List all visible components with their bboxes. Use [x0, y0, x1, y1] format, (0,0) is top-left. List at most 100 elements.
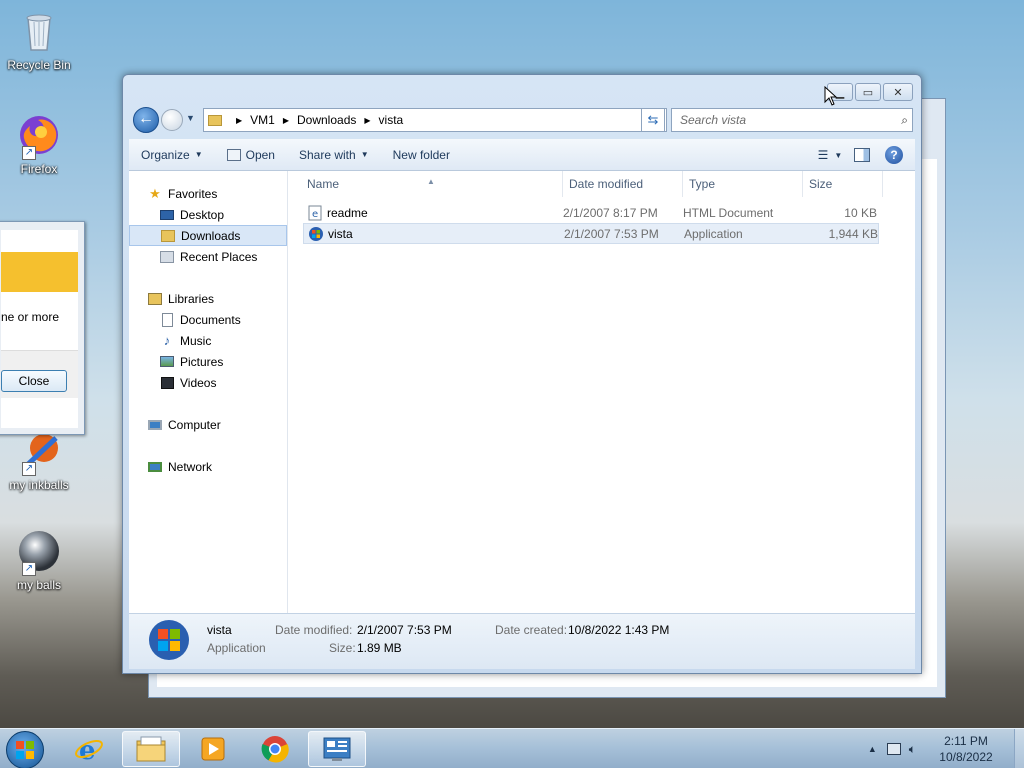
back-arrow-icon: ←: [138, 110, 154, 127]
breadcrumb-vista[interactable]: vista: [379, 113, 404, 127]
clock[interactable]: 2:11 PM 10/8/2022: [926, 733, 1006, 765]
view-options-button[interactable]: ☰ ▼: [818, 144, 843, 166]
column-header-size[interactable]: Size: [803, 171, 883, 197]
breadcrumb-separator-icon[interactable]: ▶: [364, 116, 370, 125]
taskbar-control-panel[interactable]: [308, 731, 366, 767]
nav-desktop[interactable]: Desktop: [129, 204, 287, 225]
nav-pictures[interactable]: Pictures: [129, 351, 287, 372]
recent-places-icon: [159, 249, 175, 265]
breadcrumb-separator-icon[interactable]: ▶: [236, 116, 242, 125]
folder-icon: [208, 114, 222, 126]
column-label: Type: [689, 177, 716, 191]
column-header-date-modified[interactable]: Date modified: [563, 171, 683, 197]
downloads-folder-icon: [160, 228, 176, 244]
help-icon: ?: [885, 146, 903, 164]
new-folder-label: New folder: [392, 147, 450, 162]
taskbar-chrome[interactable]: [246, 731, 304, 767]
shortcut-arrow-icon: ↗: [22, 146, 36, 160]
dialog-message: ne or more: [1, 310, 60, 324]
desktop-icon-recycle-bin[interactable]: Recycle Bin: [4, 8, 74, 72]
nav-favorites[interactable]: ★ Favorites: [129, 183, 287, 204]
preview-pane-button[interactable]: [851, 144, 873, 166]
content-area: ★ Favorites Desktop Downloads Recent Plac…: [129, 171, 915, 613]
open-button[interactable]: Open: [215, 139, 287, 170]
breadcrumb-vm1[interactable]: VM1: [250, 113, 275, 127]
file-date: 2/1/2007 8:17 PM: [563, 205, 658, 220]
chevron-down-icon: ▼: [194, 150, 203, 159]
taskbar-windows-explorer[interactable]: [122, 731, 180, 767]
show-desktop-button[interactable]: [1014, 729, 1024, 768]
address-row: ← ▼ ▶ VM1 ▶ Downloads ▶ vista ▼ ⇆ Search…: [131, 107, 913, 133]
file-type: Application: [684, 226, 743, 241]
desktop-icon-inkballs[interactable]: ↗ my inkballs: [4, 428, 74, 492]
chevron-down-icon: ▼: [834, 150, 843, 160]
nav-documents[interactable]: Documents: [129, 309, 287, 330]
taskbar-internet-explorer[interactable]: e: [60, 731, 118, 767]
breadcrumb-separator-icon[interactable]: ▶: [283, 116, 289, 125]
details-date-created-label: Date created:: [495, 623, 568, 637]
details-size-label: Size:: [329, 641, 356, 655]
music-icon: ♪: [163, 333, 171, 348]
application-icon: [308, 226, 324, 242]
share-with-button[interactable]: Share with ▼: [287, 139, 381, 170]
breadcrumb-downloads[interactable]: Downloads: [297, 113, 356, 127]
address-bar[interactable]: ▶ VM1 ▶ Downloads ▶ vista ▼: [203, 108, 667, 132]
details-size-value: 1.89 MB: [357, 641, 402, 655]
nav-network[interactable]: Network: [129, 456, 287, 477]
details-date-modified-label: Date modified:: [275, 623, 353, 637]
search-icon[interactable]: ⌕: [901, 109, 908, 131]
dialog-client: ne or more Close: [1, 230, 78, 428]
clock-date: 10/8/2022: [939, 750, 993, 764]
file-size: 1,944 KB: [828, 226, 878, 241]
dialog-warning-banner: [1, 252, 78, 292]
organize-label: Organize: [141, 147, 190, 162]
background-dialog: ne or more Close: [0, 221, 85, 435]
sort-ascending-icon: ▲: [427, 177, 435, 186]
caption-buttons: ▁ ▭ ✕: [825, 83, 913, 101]
nav-downloads[interactable]: Downloads: [129, 225, 287, 246]
back-button[interactable]: ←: [133, 107, 159, 133]
file-row-vista[interactable]: vista 2/1/2007 7:53 PM Application 1,944…: [303, 223, 879, 244]
nav-label: Pictures: [180, 354, 224, 369]
nav-computer[interactable]: Computer: [129, 414, 287, 435]
pictures-icon: [159, 354, 175, 370]
file-row-readme[interactable]: e readme 2/1/2007 8:17 PM HTML Document …: [303, 202, 879, 223]
windows-logo-icon: [16, 741, 34, 759]
search-input[interactable]: Search vista ⌕: [671, 108, 913, 132]
desktop-icon-label: my inkballs: [9, 478, 69, 492]
desktop-icon: [159, 207, 175, 223]
refresh-button[interactable]: ⇆: [641, 108, 665, 132]
desktop-icon-my-balls[interactable]: ↗ my balls: [4, 528, 74, 592]
column-header-name[interactable]: ▲ Name: [289, 171, 563, 197]
organize-button[interactable]: Organize ▼: [129, 139, 215, 170]
new-folder-button[interactable]: New folder: [381, 139, 462, 170]
star-icon: ★: [149, 185, 161, 201]
recycle-bin-icon: [16, 8, 62, 54]
file-list: ▲ Name Date modified Type Size e readme 2…: [289, 171, 915, 613]
desktop-icon-firefox[interactable]: ↗ Firefox: [4, 112, 74, 176]
nav-music[interactable]: ♪ Music: [129, 330, 287, 351]
help-button[interactable]: ?: [883, 144, 905, 166]
media-player-icon: [201, 737, 225, 761]
desktop-icon-label: Firefox: [20, 162, 58, 176]
clock-time: 2:11 PM: [944, 734, 988, 748]
firefox-icon: ↗: [16, 112, 62, 160]
nav-videos[interactable]: Videos: [129, 372, 287, 393]
nav-recent-places[interactable]: Recent Places: [129, 246, 287, 267]
dialog-close-button[interactable]: Close: [1, 370, 67, 392]
close-button[interactable]: ✕: [883, 83, 913, 101]
videos-icon: [159, 375, 175, 391]
taskbar-media-player[interactable]: [184, 731, 242, 767]
refresh-icon: ⇆: [647, 112, 659, 127]
show-hidden-icons-icon[interactable]: ▲: [868, 744, 877, 754]
network-tray-icon[interactable]: [886, 743, 901, 755]
nav-libraries[interactable]: Libraries: [129, 288, 287, 309]
volume-icon[interactable]: 🔈︎: [909, 742, 916, 757]
start-button[interactable]: [6, 731, 44, 768]
recent-pages-dropdown[interactable]: ▼: [186, 113, 195, 123]
forward-button[interactable]: [161, 109, 183, 131]
nav-label: Network: [168, 459, 213, 474]
column-header-type[interactable]: Type: [683, 171, 803, 197]
nav-label: Music: [180, 333, 212, 348]
maximize-button[interactable]: ▭: [855, 83, 881, 101]
